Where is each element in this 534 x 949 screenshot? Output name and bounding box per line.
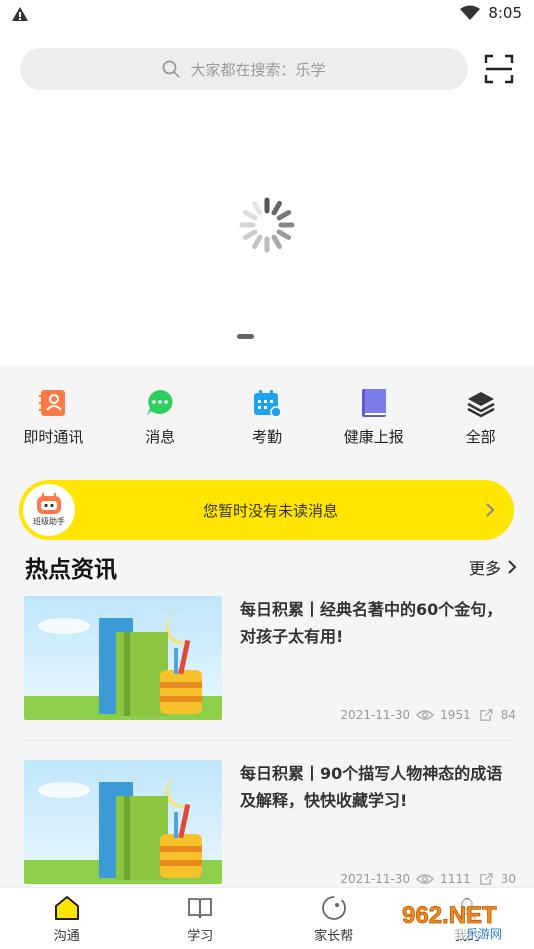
banner-pager-indicator <box>237 334 254 339</box>
eye-icon <box>416 874 435 884</box>
article-views: 1111 <box>440 872 471 886</box>
watermark-text: 962.NET <box>402 902 497 929</box>
loading-spinner-icon <box>239 197 295 253</box>
article-thumbnail <box>24 760 222 884</box>
chevron-right-icon <box>486 503 495 517</box>
quick-action-label: 全部 <box>465 428 496 446</box>
quick-action-label: 消息 <box>145 428 176 446</box>
article-meta: 2021-11-30 1951 84 <box>340 708 516 722</box>
tab-label: 沟通 <box>53 928 80 944</box>
quick-actions: 即时通讯 消息 考勤 健康上报 全部 <box>0 388 534 458</box>
quick-action-messages[interactable]: 消息 <box>107 388 214 458</box>
quick-action-health-report[interactable]: 健康上报 <box>320 388 427 458</box>
tab-label: 学习 <box>187 928 214 944</box>
chevron-right-icon <box>508 560 517 574</box>
tab-label: 家长帮 <box>314 928 354 944</box>
divider <box>24 740 516 741</box>
site-watermark: 962.NET 乐游网 <box>396 899 526 941</box>
news-article[interactable]: 每日积累丨经典名著中的60个金句，对孩子太有用! 2021-11-30 1951… <box>24 596 516 724</box>
robot-icon <box>37 493 61 514</box>
unread-notice-bar[interactable]: 班级助手 您暂时没有未读消息 <box>19 480 514 540</box>
notice-text: 您暂时没有未读消息 <box>202 501 338 520</box>
scan-icon[interactable] <box>484 54 514 84</box>
article-shares: 84 <box>500 708 516 722</box>
news-more-link[interactable]: 更多 <box>469 555 517 579</box>
contacts-icon <box>39 390 66 416</box>
share-icon <box>479 709 493 721</box>
search-icon <box>163 60 180 78</box>
quick-action-label: 即时通讯 <box>23 428 84 446</box>
news-article[interactable]: 每日积累丨90个描写人物神态的成语及解释，快快收藏学习! 2021-11-30 … <box>24 760 516 888</box>
avatar-label: 班级助手 <box>33 517 65 526</box>
book-icon <box>361 389 386 417</box>
article-shares: 30 <box>500 872 516 886</box>
news-section-header: 热点资讯 更多 <box>25 550 517 584</box>
article-date: 2021-11-30 <box>340 872 411 886</box>
quick-action-attendance[interactable]: 考勤 <box>214 388 321 458</box>
more-label: 更多 <box>468 559 501 578</box>
warning-icon <box>12 7 28 21</box>
tab-study[interactable]: 学习 <box>134 888 268 949</box>
header-area: 8:05 大家都在搜索：乐学 <box>0 0 534 366</box>
article-views: 1951 <box>440 708 471 722</box>
compass-icon <box>321 895 346 920</box>
article-meta: 2021-11-30 1111 30 <box>340 872 516 886</box>
status-bar: 8:05 <box>0 0 534 30</box>
home-icon <box>54 895 79 920</box>
article-date: 2021-11-30 <box>340 708 411 722</box>
quick-action-instant-messaging[interactable]: 即时通讯 <box>0 388 107 458</box>
quick-action-label: 健康上报 <box>343 428 404 446</box>
quick-action-label: 考勤 <box>251 428 282 446</box>
tab-communication[interactable]: 沟通 <box>0 888 134 949</box>
article-thumbnail <box>24 596 222 720</box>
chat-bubble-icon <box>147 390 173 416</box>
status-time: 8:05 <box>488 4 522 22</box>
wifi-icon <box>460 5 481 20</box>
article-title: 每日积累丨90个描写人物神态的成语及解释，快快收藏学习! <box>240 764 503 810</box>
share-icon <box>479 873 493 885</box>
watermark-subtext: 乐游网 <box>466 927 502 941</box>
search-bar[interactable]: 大家都在搜索：乐学 <box>20 48 468 90</box>
layers-icon <box>466 392 495 418</box>
tab-parent-help[interactable]: 家长帮 <box>267 888 401 949</box>
article-title: 每日积累丨经典名著中的60个金句，对孩子太有用! <box>240 600 503 646</box>
class-assistant-avatar: 班级助手 <box>23 484 75 536</box>
quick-action-all[interactable]: 全部 <box>427 388 534 458</box>
open-book-icon <box>188 897 213 918</box>
eye-icon <box>416 710 435 720</box>
search-placeholder: 大家都在搜索：乐学 <box>190 60 326 79</box>
calendar-icon <box>253 390 282 418</box>
news-section-title: 热点资讯 <box>25 557 117 583</box>
